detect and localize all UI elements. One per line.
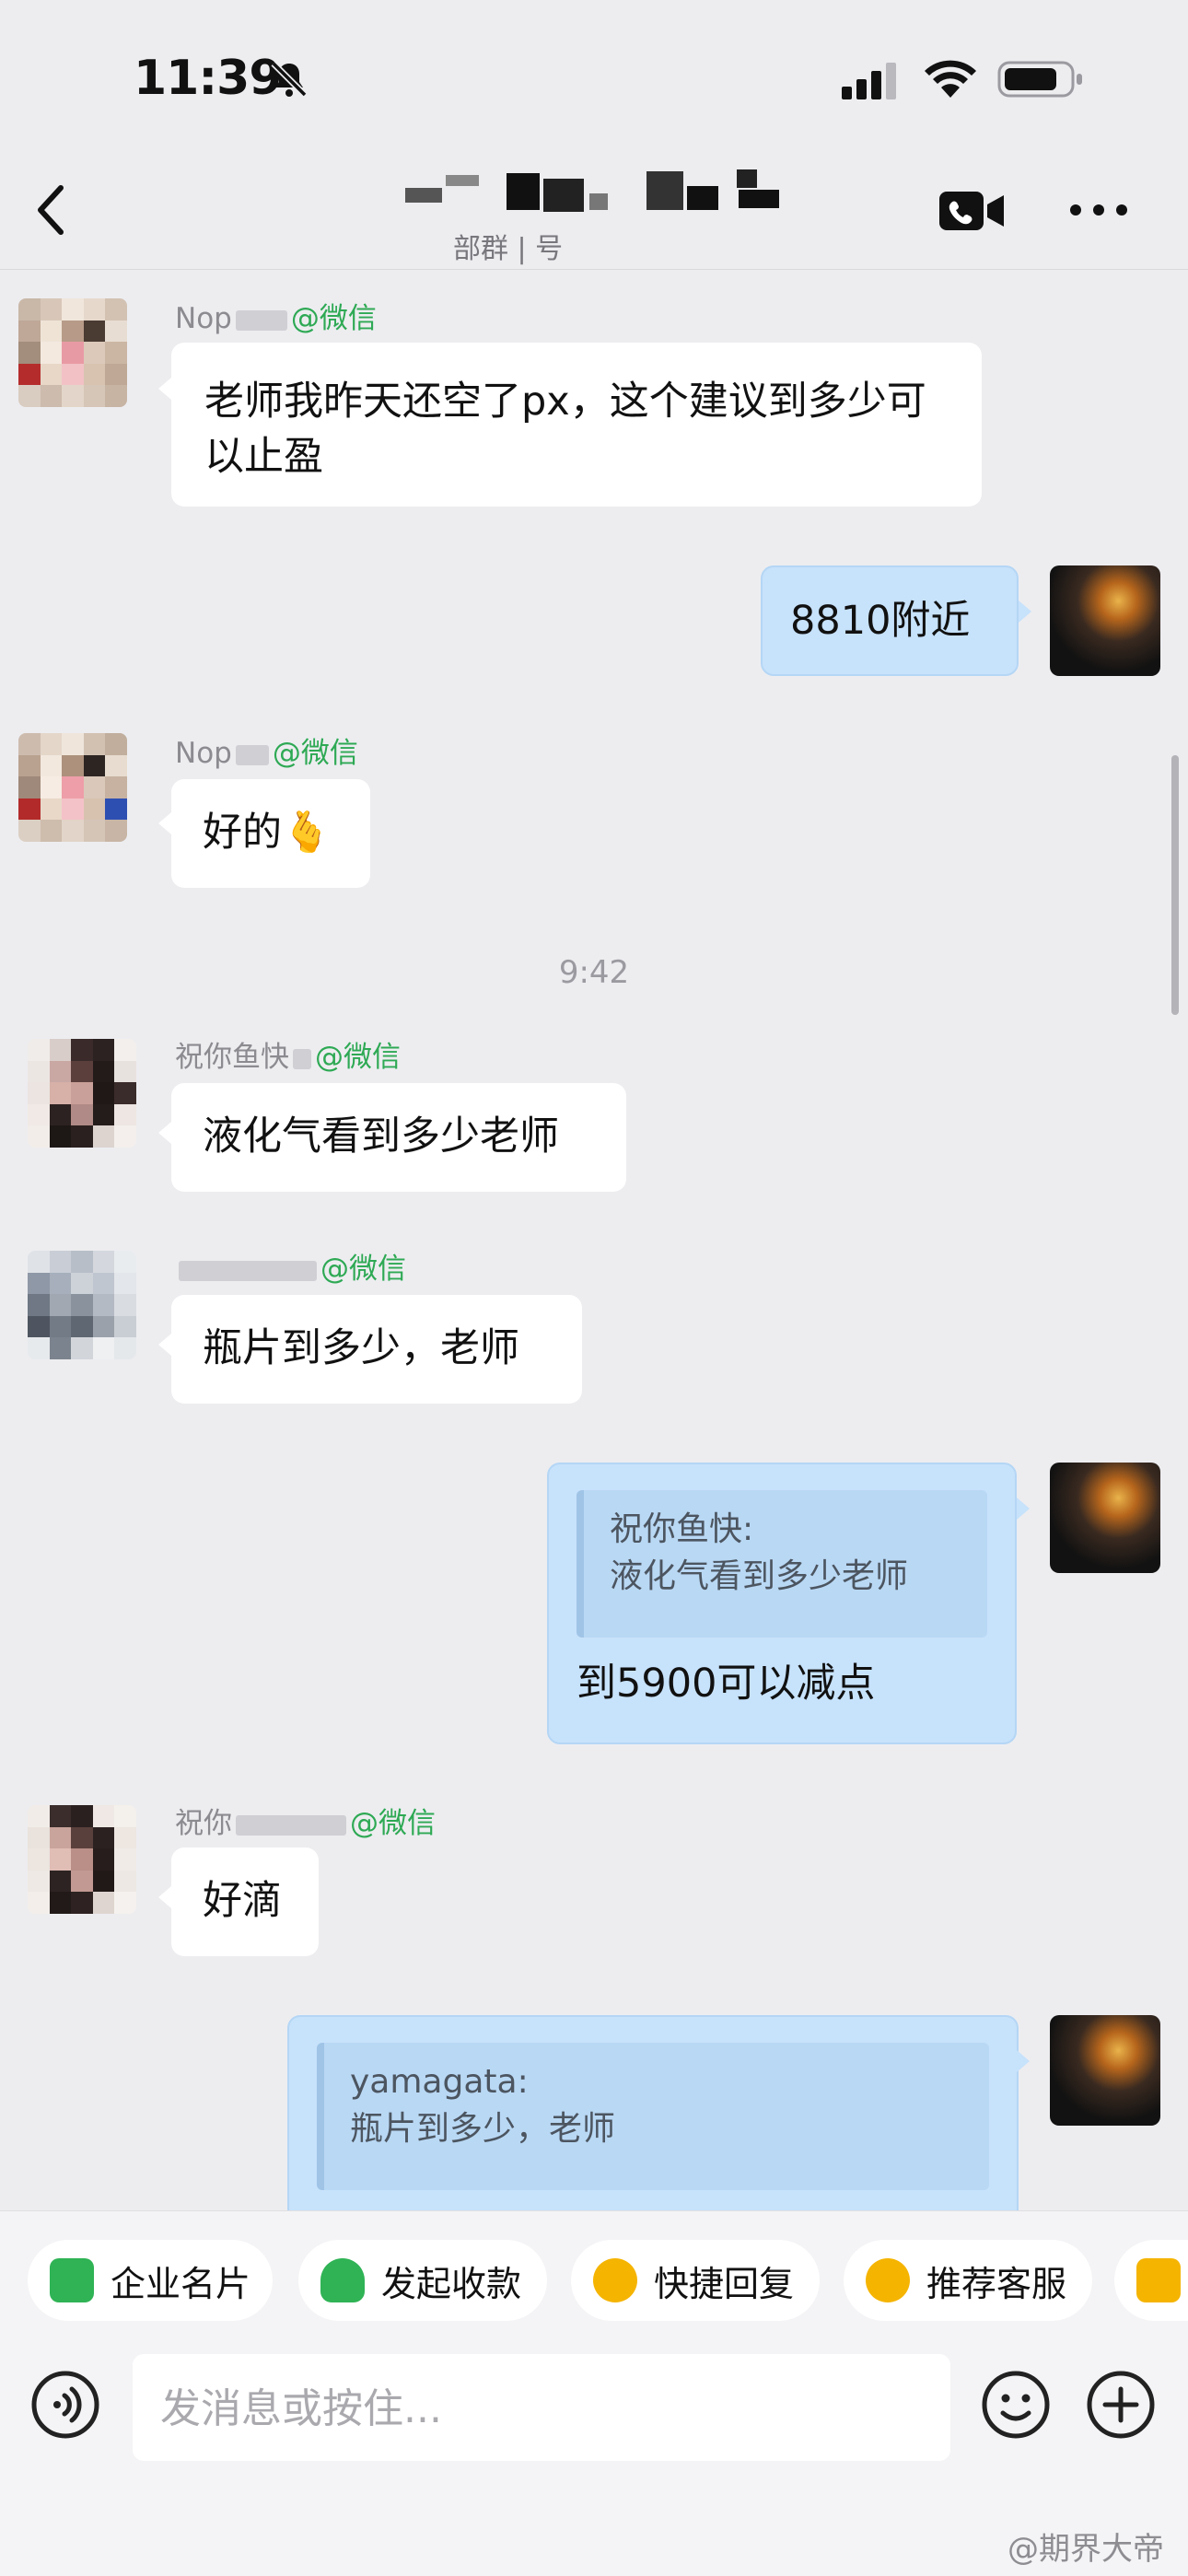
business-card-icon xyxy=(50,2258,94,2302)
quick-action-business-card[interactable]: 企业名片 xyxy=(28,2240,273,2321)
message-text: 好滴 xyxy=(203,1878,282,1924)
quick-action-payment[interactable]: 发起收款 xyxy=(298,2240,547,2321)
quick-action-quick-reply[interactable]: 快捷回复 xyxy=(571,2240,820,2321)
mute-bell-icon xyxy=(271,61,308,98)
message-text: 到5900可以减点 xyxy=(577,1661,876,1707)
group-subtitle: 部群 | 号 xyxy=(453,233,564,265)
self-avatar[interactable] xyxy=(1050,565,1160,676)
group-title-redacted xyxy=(405,169,779,212)
message-text: 液化气看到多少老师 xyxy=(203,1113,559,1160)
avatar[interactable] xyxy=(28,1039,136,1148)
quick-reply-icon xyxy=(593,2258,637,2302)
message-bubble[interactable]: 液化气看到多少老师 xyxy=(171,1083,626,1192)
back-arrow-icon[interactable] xyxy=(31,181,72,239)
cellular-signal-icon xyxy=(842,63,896,99)
status-time: 11:39 xyxy=(134,51,283,106)
message-bubble[interactable]: 好滴 xyxy=(171,1847,319,1956)
watermark: @期界大帝 xyxy=(1007,2531,1164,2568)
quoted-message[interactable]: 祝你鱼快: 液化气看到多少老师 xyxy=(577,1490,987,1638)
document-icon xyxy=(1136,2258,1181,2302)
message-text: 8810附近 xyxy=(790,598,971,644)
time-divider: 9:42 xyxy=(558,954,630,991)
quoted-sender: yamagata: xyxy=(350,2063,529,2101)
more-options-icon[interactable] xyxy=(1068,201,1129,219)
battery-icon xyxy=(997,61,1082,98)
self-avatar[interactable] xyxy=(1050,2015,1160,2126)
quick-action-more[interactable] xyxy=(1114,2240,1188,2321)
message-bubble[interactable]: 好的🫰 xyxy=(171,779,370,888)
sender-name: @微信 xyxy=(175,1245,406,1287)
video-call-icon[interactable] xyxy=(938,184,1006,238)
quoted-text: 瓶片到多少，老师 xyxy=(350,2110,616,2148)
message-bubble[interactable]: 瓶片到多少，老师 xyxy=(171,1295,582,1404)
recommend-service-icon xyxy=(866,2258,910,2302)
avatar[interactable] xyxy=(18,298,127,407)
message-input-box[interactable] xyxy=(133,2354,950,2463)
avatar[interactable] xyxy=(28,1251,136,1359)
message-input[interactable] xyxy=(158,2354,936,2463)
message-text: 老师我昨天还空了px，这个建议到多少可以止盈 xyxy=(204,379,926,480)
message-text: 好的🫰 xyxy=(203,810,332,856)
sender-name: Nop @微信 xyxy=(175,302,377,335)
avatar[interactable] xyxy=(18,733,127,842)
quoted-sender: 祝你鱼快: xyxy=(610,1510,754,1548)
avatar[interactable] xyxy=(28,1805,136,1914)
message-bubble-self[interactable]: 祝你鱼快: 液化气看到多少老师 到5900可以减点 xyxy=(547,1463,1017,1744)
add-icon[interactable] xyxy=(1085,2369,1157,2441)
sender-name: 祝你 @微信 xyxy=(175,1807,436,1840)
message-bubble[interactable]: 老师我昨天还空了px，这个建议到多少可以止盈 xyxy=(171,343,982,507)
quick-action-recommend-service[interactable]: 推荐客服 xyxy=(844,2240,1092,2321)
message-text: 瓶片到多少，老师 xyxy=(203,1325,519,1371)
voice-input-icon[interactable] xyxy=(29,2369,101,2441)
quoted-text: 液化气看到多少老师 xyxy=(610,1557,909,1595)
sender-name: Nop @微信 xyxy=(175,737,358,770)
self-avatar[interactable] xyxy=(1050,1463,1160,1573)
message-bubble-self[interactable]: 8810附近 xyxy=(761,565,1019,676)
emoji-icon[interactable] xyxy=(980,2369,1052,2441)
quoted-message[interactable]: yamagata: 瓶片到多少，老师 xyxy=(317,2043,989,2190)
wifi-icon xyxy=(925,60,976,98)
payment-icon xyxy=(320,2258,365,2302)
sender-name: 祝你鱼快 @微信 xyxy=(175,1041,401,1074)
